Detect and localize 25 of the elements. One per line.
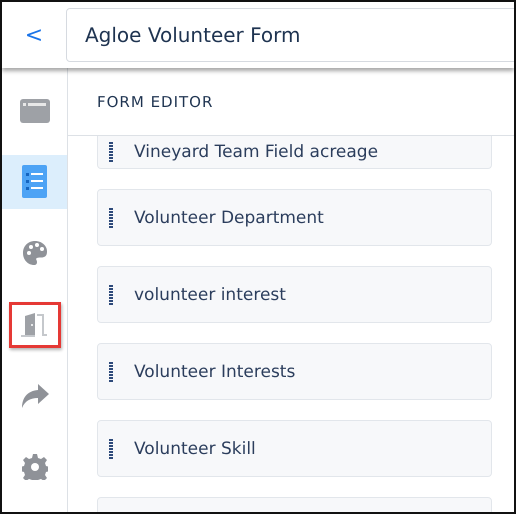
back-button[interactable]: < <box>2 22 66 48</box>
list-icon <box>22 165 47 198</box>
palette-icon <box>22 240 48 266</box>
field-label: volunteer interest <box>134 284 286 304</box>
field-label: Volunteer Department <box>134 208 324 228</box>
form-field-item[interactable]: Vineyard Team Field acreage <box>97 136 492 169</box>
list-tab[interactable] <box>2 155 67 209</box>
drag-handle-icon[interactable] <box>109 362 113 382</box>
section-heading: FORM EDITOR <box>97 92 214 110</box>
window-icon <box>20 98 50 123</box>
form-title-field[interactable]: Agloe Volunteer Form <box>66 8 514 62</box>
drag-handle-icon[interactable] <box>109 284 113 304</box>
field-label: Vineyard Team Field acreage <box>134 142 378 162</box>
drag-handle-icon[interactable] <box>109 142 113 162</box>
form-field-item[interactable]: Volunteer Interests <box>97 343 492 400</box>
door-icon <box>20 312 48 338</box>
field-label: Volunteer Skill <box>134 438 256 458</box>
field-label: Volunteer Interests <box>134 362 296 382</box>
drag-handle-icon[interactable] <box>109 208 113 228</box>
settings-icon <box>22 454 48 480</box>
share-arrow-icon <box>20 384 48 408</box>
form-field-item[interactable]: volunteer interest <box>97 266 492 323</box>
drag-handle-icon[interactable] <box>109 438 113 458</box>
form-field-item[interactable]: Volunteer Department <box>97 189 492 246</box>
form-field-item[interactable]: Volunteer Skill <box>97 420 492 477</box>
